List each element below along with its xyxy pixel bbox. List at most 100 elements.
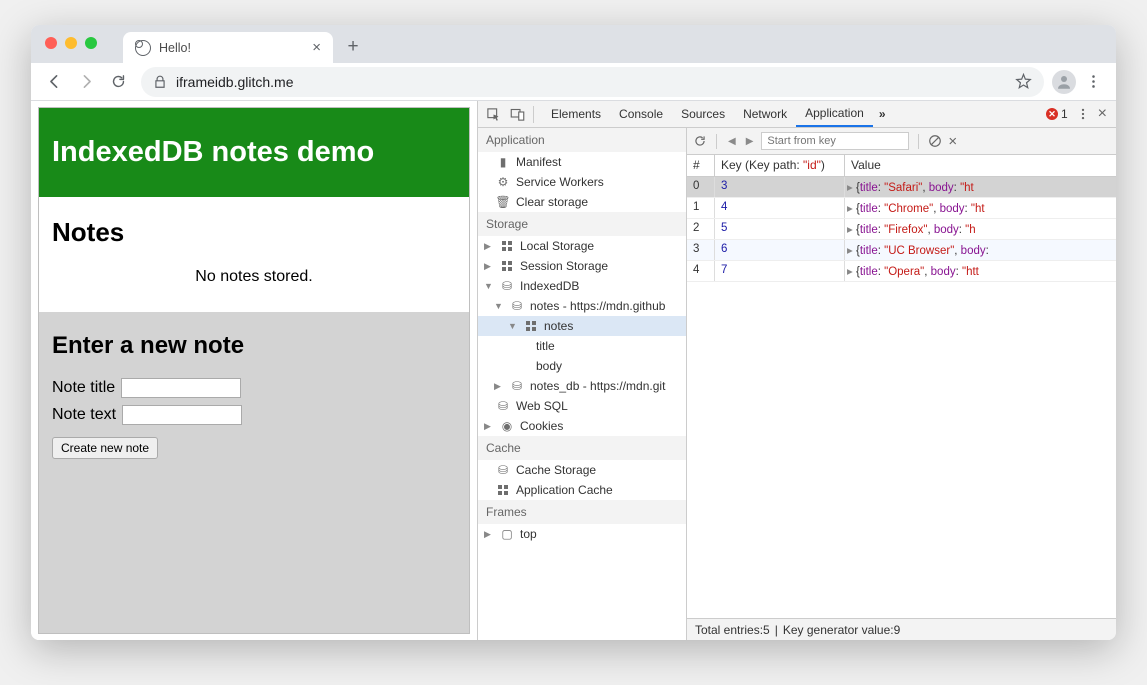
page-title: IndexedDB notes demo (39, 108, 469, 197)
device-toolbar-button[interactable] (505, 101, 529, 127)
devtools-tabs: Elements Console Sources Network Applica… (542, 101, 873, 127)
devtools: Elements Console Sources Network Applica… (477, 101, 1116, 640)
notes-section: Notes No notes stored. (39, 197, 469, 312)
sidebar-item-top[interactable]: ▶▢top (478, 524, 686, 544)
section-storage: Storage (478, 212, 686, 236)
form-heading: Enter a new note (52, 332, 456, 360)
sidebar-item-store-notes[interactable]: ▼notes (478, 316, 686, 336)
forward-button[interactable] (71, 67, 101, 97)
sidebar-item-service-workers[interactable]: ⚙Service Workers (478, 172, 686, 192)
frame-icon: ▢ (500, 527, 514, 541)
globe-icon (135, 40, 151, 56)
trash-icon: 🗑 (496, 195, 510, 209)
section-cache: Cache (478, 436, 686, 460)
sidebar-item-websql[interactable]: ⛁Web SQL (478, 396, 686, 416)
indexeddb-toolbar: ◀ ▶ × (687, 128, 1116, 155)
table-row[interactable]: 1 4 ▸ {title: "Chrome", body: "ht (687, 198, 1116, 219)
more-tabs-button[interactable]: » (873, 107, 892, 121)
next-page-button[interactable]: ▶ (744, 136, 756, 147)
clear-store-button[interactable] (928, 134, 942, 148)
browser-tab[interactable]: Hello! × (123, 32, 333, 63)
col-value: Value (845, 155, 1116, 176)
sidebar-item-db-notesdb[interactable]: ▶⛁notes_db - https://mdn.git (478, 376, 686, 396)
back-button[interactable] (39, 67, 69, 97)
sidebar-item-clear-storage[interactable]: 🗑Clear storage (478, 192, 686, 212)
sidebar-item-index-body[interactable]: body (478, 356, 686, 376)
tab-application[interactable]: Application (796, 101, 873, 127)
close-window-button[interactable] (45, 37, 57, 49)
address-bar[interactable]: iframeidb.glitch.me (141, 67, 1044, 97)
total-entries: 5 (763, 623, 770, 637)
devtools-menu-button[interactable] (1076, 107, 1090, 121)
database-icon: ⛁ (500, 279, 514, 293)
indexeddb-footer: Total entries: 5 | Key generator value: … (687, 618, 1116, 640)
inspect-element-button[interactable] (481, 101, 505, 127)
grid-icon (496, 485, 510, 495)
url-text: iframeidb.glitch.me (176, 74, 294, 90)
note-text-label: Note text (52, 406, 116, 424)
web-page: IndexedDB notes demo Notes No notes stor… (31, 101, 477, 640)
chrome-window: Hello! × + iframeidb.glitch.me (31, 25, 1116, 640)
table-header: # Key (Key path: "id") Value (687, 155, 1116, 177)
col-index: # (687, 155, 715, 176)
tab-network[interactable]: Network (734, 101, 796, 127)
profile-button[interactable] (1052, 70, 1076, 94)
note-title-label: Note title (52, 379, 115, 397)
gear-icon: ⚙ (496, 175, 510, 189)
reload-icon[interactable] (693, 134, 707, 148)
content-area: IndexedDB notes demo Notes No notes stor… (31, 101, 1116, 640)
create-note-button[interactable]: Create new note (52, 437, 158, 459)
note-title-input[interactable] (121, 378, 241, 398)
star-icon[interactable] (1015, 73, 1032, 90)
tab-elements[interactable]: Elements (542, 101, 610, 127)
key-generator-value: 9 (894, 623, 901, 637)
tab-title: Hello! (159, 41, 191, 55)
traffic-lights (45, 37, 97, 49)
new-tab-button[interactable]: + (339, 33, 367, 61)
database-icon: ⛁ (510, 299, 524, 313)
titlebar: Hello! × + (31, 25, 1116, 63)
sidebar-item-db-notes[interactable]: ▼⛁notes - https://mdn.github (478, 296, 686, 316)
sidebar-item-indexeddb[interactable]: ▼⛁IndexedDB (478, 276, 686, 296)
application-sidebar: Application ▮Manifest ⚙Service Workers 🗑… (478, 128, 687, 640)
tab-sources[interactable]: Sources (672, 101, 734, 127)
cookie-icon: ◉ (500, 419, 514, 433)
database-icon: ⛁ (510, 379, 524, 393)
error-count[interactable]: ✕1 (1046, 107, 1068, 121)
toolbar: iframeidb.glitch.me (31, 63, 1116, 101)
data-rows: 0 3 ▸ {title: "Safari", body: "ht 1 4 ▸ … (687, 177, 1116, 282)
sidebar-item-index-title[interactable]: title (478, 336, 686, 356)
table-row[interactable]: 4 7 ▸ {title: "Opera", body: "htt (687, 261, 1116, 282)
section-application: Application (478, 128, 686, 152)
file-icon: ▮ (496, 155, 510, 169)
sidebar-item-manifest[interactable]: ▮Manifest (478, 152, 686, 172)
delete-button[interactable]: × (948, 133, 957, 150)
sidebar-item-session-storage[interactable]: ▶Session Storage (478, 256, 686, 276)
minimize-window-button[interactable] (65, 37, 77, 49)
section-frames: Frames (478, 500, 686, 524)
sidebar-item-cookies[interactable]: ▶◉Cookies (478, 416, 686, 436)
grid-icon (500, 261, 514, 271)
table-row[interactable]: 3 6 ▸ {title: "UC Browser", body: (687, 240, 1116, 261)
reload-button[interactable] (103, 67, 133, 97)
notes-heading: Notes (52, 217, 456, 248)
devtools-tabbar: Elements Console Sources Network Applica… (478, 101, 1116, 128)
prev-page-button[interactable]: ◀ (726, 136, 738, 147)
lock-icon (153, 75, 167, 89)
maximize-window-button[interactable] (85, 37, 97, 49)
start-key-input[interactable] (761, 132, 909, 150)
tab-console[interactable]: Console (610, 101, 672, 127)
note-text-input[interactable] (122, 405, 242, 425)
table-row[interactable]: 2 5 ▸ {title: "Firefox", body: "h (687, 219, 1116, 240)
sidebar-item-local-storage[interactable]: ▶Local Storage (478, 236, 686, 256)
indexeddb-panel: ◀ ▶ × # Key (Key path: "id") Value (687, 128, 1116, 640)
devtools-close-button[interactable]: × (1098, 105, 1107, 123)
database-icon: ⛁ (496, 463, 510, 477)
menu-button[interactable] (1078, 67, 1108, 97)
col-key: Key (Key path: "id") (715, 155, 845, 176)
sidebar-item-cache-storage[interactable]: ⛁Cache Storage (478, 460, 686, 480)
close-tab-button[interactable]: × (312, 39, 321, 56)
sidebar-item-app-cache[interactable]: Application Cache (478, 480, 686, 500)
page-container: IndexedDB notes demo Notes No notes stor… (38, 107, 470, 634)
table-row[interactable]: 0 3 ▸ {title: "Safari", body: "ht (687, 177, 1116, 198)
